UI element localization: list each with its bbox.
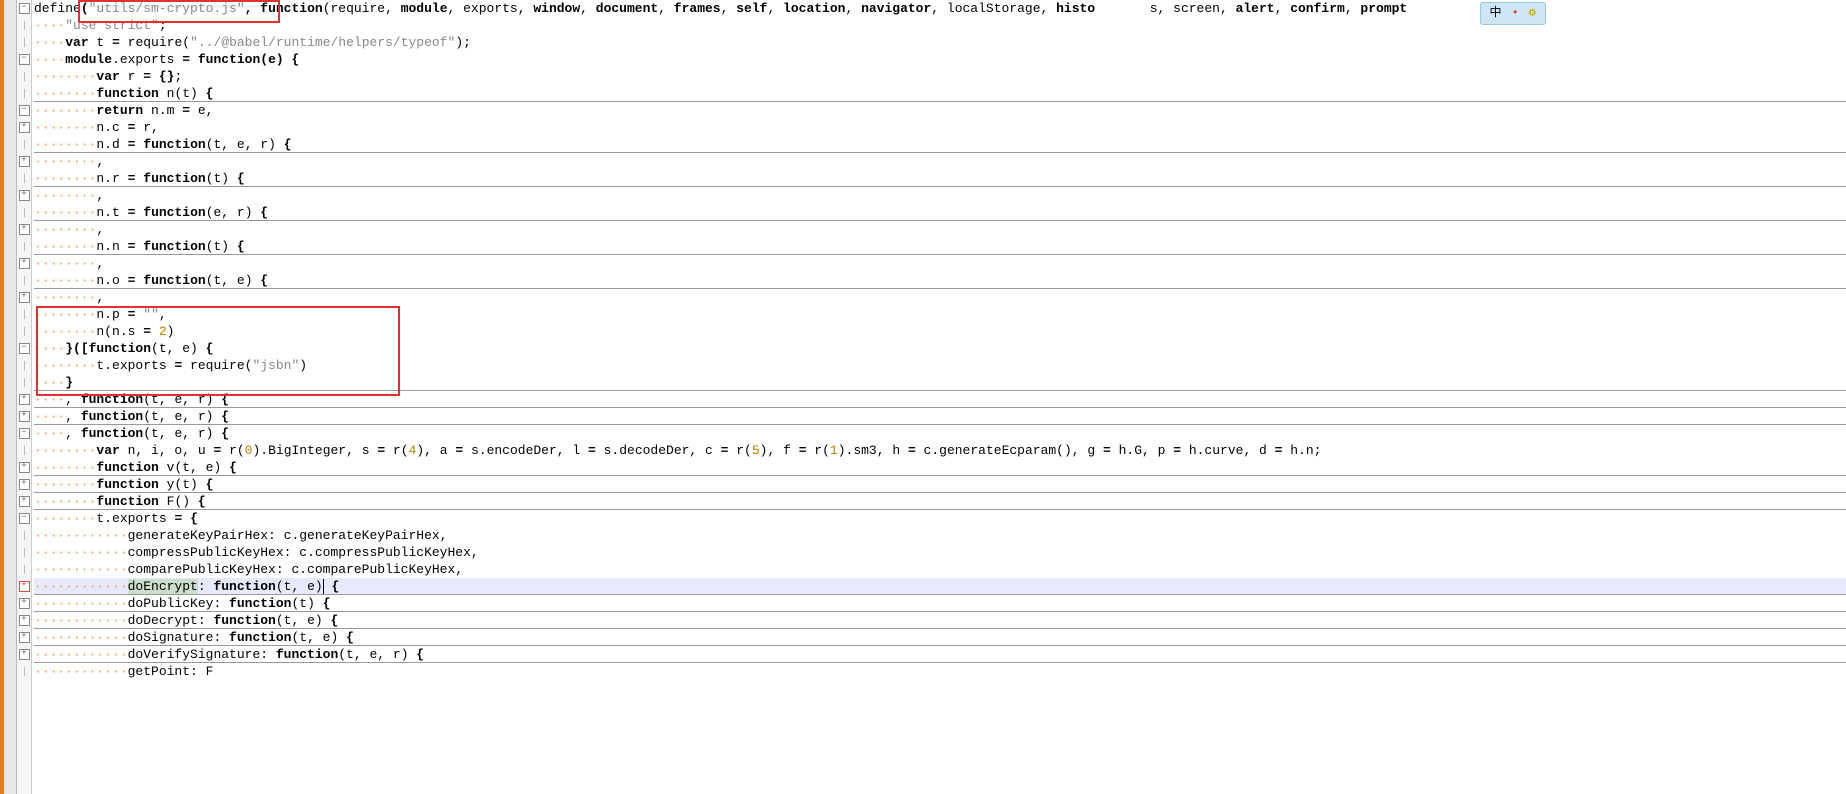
code-line[interactable]: ········,: [34, 153, 1846, 170]
code-line[interactable]: ········var n, i, o, u = r(0).BigInteger…: [34, 442, 1846, 459]
fold-column[interactable]: −−−++++++−++−+++−+++++: [17, 0, 32, 794]
ime-settings-icon[interactable]: ⚙: [1526, 5, 1539, 22]
code-line[interactable]: ········,: [34, 221, 1846, 238]
code-line[interactable]: ············compressPublicKeyHex: c.comp…: [34, 544, 1846, 561]
fold-toggle: [17, 544, 31, 561]
code-line[interactable]: ····module.exports = function(e) {: [34, 51, 1846, 68]
fold-toggle: [17, 136, 31, 153]
fold-toggle: [17, 68, 31, 85]
fold-toggle: [17, 374, 31, 391]
code-line[interactable]: ········n.d = function(t, e, r) {: [34, 136, 1846, 153]
code-line[interactable]: ········var r = {};: [34, 68, 1846, 85]
code-line[interactable]: ····, function(t, e, r) {: [34, 408, 1846, 425]
editor-gutter: [4, 0, 17, 794]
fold-toggle: [17, 527, 31, 544]
code-line[interactable]: ········function F() {: [34, 493, 1846, 510]
code-line[interactable]: ············doEncrypt: function(t, e) {: [34, 578, 1846, 595]
code-line[interactable]: ········n.n = function(t) {: [34, 238, 1846, 255]
code-line[interactable]: ········n.c = r,: [34, 119, 1846, 136]
fold-toggle: [17, 442, 31, 459]
code-editor[interactable]: −−−++++++−++−+++−+++++ define("utils/sm-…: [0, 0, 1846, 794]
code-line[interactable]: ····"use strict";: [34, 17, 1846, 34]
ime-toolbar[interactable]: 中 • ⚙: [1480, 2, 1546, 25]
fold-toggle[interactable]: −: [17, 0, 31, 17]
code-line[interactable]: ········t.exports = require("jsbn"): [34, 357, 1846, 374]
fold-toggle: [17, 357, 31, 374]
fold-toggle: [17, 17, 31, 34]
ime-lang-indicator[interactable]: 中: [1487, 5, 1505, 22]
fold-toggle[interactable]: +: [17, 595, 31, 612]
code-line[interactable]: ········function v(t, e) {: [34, 459, 1846, 476]
code-line[interactable]: ········,: [34, 255, 1846, 272]
fold-toggle[interactable]: +: [17, 153, 31, 170]
code-line[interactable]: ········t.exports = {: [34, 510, 1846, 527]
fold-toggle[interactable]: +: [17, 459, 31, 476]
code-line[interactable]: ············doSignature: function(t, e) …: [34, 629, 1846, 646]
fold-toggle[interactable]: +: [17, 612, 31, 629]
fold-toggle[interactable]: +: [17, 629, 31, 646]
code-line[interactable]: ············doPublicKey: function(t) {: [34, 595, 1846, 612]
fold-toggle[interactable]: +: [17, 408, 31, 425]
fold-toggle: [17, 561, 31, 578]
fold-toggle: [17, 663, 31, 680]
fold-toggle[interactable]: −: [17, 425, 31, 442]
fold-toggle[interactable]: +: [17, 493, 31, 510]
fold-toggle: [17, 306, 31, 323]
fold-toggle: [17, 85, 31, 102]
code-line[interactable]: ············comparePublicKeyHex: c.compa…: [34, 561, 1846, 578]
fold-toggle: [17, 204, 31, 221]
fold-toggle[interactable]: +: [17, 255, 31, 272]
code-line[interactable]: ········function y(t) {: [34, 476, 1846, 493]
code-line[interactable]: ········n.o = function(t, e) {: [34, 272, 1846, 289]
code-line[interactable]: ····}([function(t, e) {: [34, 340, 1846, 357]
fold-toggle: [17, 238, 31, 255]
fold-toggle[interactable]: +: [17, 119, 31, 136]
code-line[interactable]: ····, function(t, e, r) {: [34, 425, 1846, 442]
code-line[interactable]: ········n.r = function(t) {: [34, 170, 1846, 187]
code-area[interactable]: define("utils/sm-crypto.js", function(re…: [32, 0, 1846, 794]
code-line[interactable]: ····}: [34, 374, 1846, 391]
code-line[interactable]: ····, function(t, e, r) {: [34, 391, 1846, 408]
fold-toggle[interactable]: −: [17, 340, 31, 357]
code-line[interactable]: ········,: [34, 187, 1846, 204]
code-line[interactable]: ········function n(t) {: [34, 85, 1846, 102]
code-line[interactable]: define("utils/sm-crypto.js", function(re…: [34, 0, 1846, 17]
fold-toggle[interactable]: −: [17, 51, 31, 68]
fold-toggle[interactable]: +: [17, 289, 31, 306]
code-line[interactable]: ············getPoint: F: [34, 663, 1846, 680]
code-line[interactable]: ········,: [34, 289, 1846, 306]
code-line[interactable]: ········n.t = function(e, r) {: [34, 204, 1846, 221]
fold-toggle: [17, 272, 31, 289]
code-line[interactable]: ········n.p = "",: [34, 306, 1846, 323]
code-line[interactable]: ········n(n.s = 2): [34, 323, 1846, 340]
fold-toggle[interactable]: −: [17, 510, 31, 527]
code-line[interactable]: ············doVerifySignature: function(…: [34, 646, 1846, 663]
code-line[interactable]: ····var t = require("../@babel/runtime/h…: [34, 34, 1846, 51]
fold-toggle: [17, 170, 31, 187]
fold-toggle: [17, 323, 31, 340]
fold-toggle[interactable]: +: [17, 221, 31, 238]
ime-dot-icon[interactable]: •: [1509, 5, 1522, 22]
fold-toggle: [17, 34, 31, 51]
code-line[interactable]: ············doDecrypt: function(t, e) {: [34, 612, 1846, 629]
fold-toggle[interactable]: +: [17, 391, 31, 408]
fold-toggle[interactable]: −: [17, 102, 31, 119]
fold-toggle[interactable]: +: [17, 646, 31, 663]
fold-toggle[interactable]: +: [17, 476, 31, 493]
fold-toggle[interactable]: +: [17, 187, 31, 204]
fold-toggle[interactable]: +: [17, 578, 31, 595]
code-line[interactable]: ········return n.m = e,: [34, 102, 1846, 119]
code-line[interactable]: ············generateKeyPairHex: c.genera…: [34, 527, 1846, 544]
